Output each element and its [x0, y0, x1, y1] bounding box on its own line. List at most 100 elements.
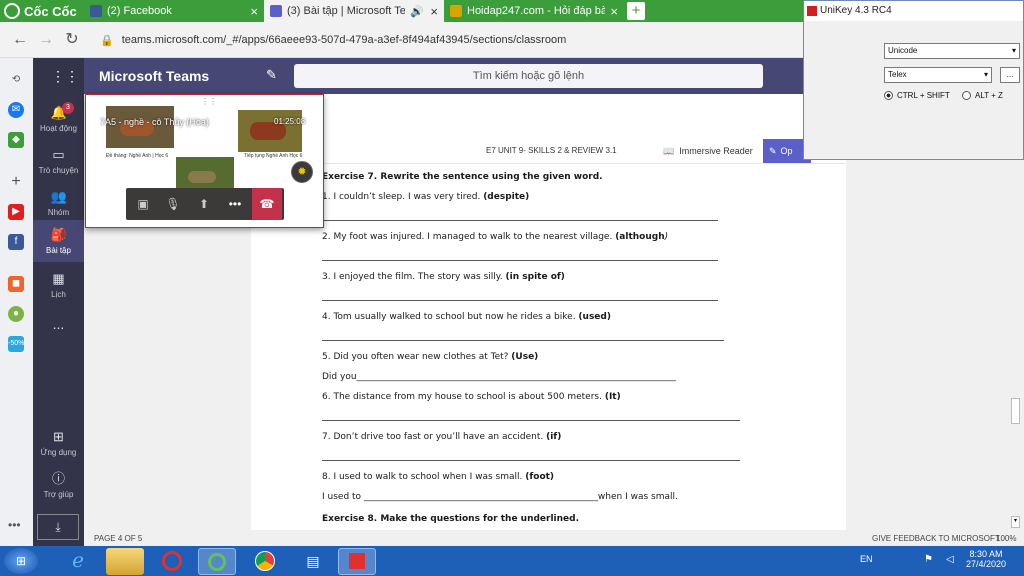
- rail-item-help[interactable]: ⓘ Trợ giúp: [33, 470, 84, 506]
- tab-hoidap247[interactable]: Hoidap247.com - Hỏi đáp bài ×: [444, 0, 624, 22]
- feedback-link[interactable]: GIVE FEEDBACK TO MICROSOFT: [872, 534, 1000, 543]
- more-button[interactable]: ...: [1000, 67, 1020, 83]
- close-tab-icon[interactable]: ×: [610, 4, 618, 19]
- discount-icon[interactable]: -50%: [8, 336, 24, 352]
- browser-more-icon[interactable]: •••: [8, 518, 21, 532]
- close-tab-icon[interactable]: ×: [430, 4, 438, 19]
- rail-item-activity[interactable]: 🔔 Hoạt động 3: [33, 102, 84, 138]
- scrollbar-thumb[interactable]: [1011, 398, 1020, 424]
- document-line: Exercise 8. Make the questions for the u…: [322, 514, 580, 524]
- call-controls: ▣ 🎙 ⬆ ••• ☎: [126, 188, 284, 220]
- radio-unchecked-icon: [962, 91, 971, 100]
- add-icon[interactable]: +: [8, 174, 24, 190]
- immersive-reader-button[interactable]: 📖 Immersive Reader: [663, 143, 753, 159]
- calendar-icon: ▦: [52, 271, 65, 286]
- coccoc-logo-icon: [4, 3, 20, 19]
- answer-blank-line: [322, 340, 724, 341]
- coccoc-taskbar-icon[interactable]: [198, 548, 236, 575]
- scroll-down-icon[interactable]: ▾: [1011, 516, 1020, 528]
- answer-blank-line: [322, 220, 718, 221]
- explorer-taskbar-icon[interactable]: [106, 548, 144, 575]
- tab-facebook[interactable]: (2) Facebook ×: [84, 0, 264, 22]
- rail-item-assignments[interactable]: 🎒 Bài tập: [33, 220, 84, 262]
- hotkey-ctrl-shift-radio[interactable]: CTRL + SHIFT: [884, 91, 950, 100]
- page-indicator: PAGE 4 OF 5: [94, 534, 143, 543]
- document-line: 8. I used to walk to school when I was s…: [322, 472, 555, 482]
- chat-icon: ▭: [52, 147, 65, 162]
- document-line: I used to ______________________________…: [322, 492, 678, 502]
- media-taskbar-icon[interactable]: ▤: [294, 548, 332, 575]
- browser-sidebar: ⟲ ✉ ◆ + ▶ f ◼ ● -50%: [0, 58, 33, 546]
- game-icon[interactable]: ◆: [8, 132, 24, 148]
- hotkey-alt-z-radio[interactable]: ALT + Z: [962, 91, 1003, 100]
- browser-brand[interactable]: Cốc Cốc: [4, 2, 77, 20]
- download-app-icon[interactable]: ⤓: [37, 514, 79, 540]
- language-indicator[interactable]: EN: [860, 554, 873, 564]
- messenger-icon[interactable]: ✉: [8, 102, 24, 118]
- hoidap-favicon-icon: [450, 5, 462, 17]
- rail-more-icon[interactable]: ...: [33, 316, 84, 336]
- compose-icon[interactable]: ✎: [266, 67, 277, 83]
- answer-blank-line: [322, 260, 718, 261]
- unikey-taskbar-icon[interactable]: [338, 548, 376, 575]
- more-options-icon[interactable]: •••: [220, 191, 250, 217]
- facebook-icon[interactable]: f: [8, 234, 24, 250]
- document-line: 3. I enjoyed the film. The story was sil…: [322, 272, 565, 282]
- rail-item-chat[interactable]: ▭ Trò chuyện: [33, 144, 84, 180]
- video-thumbnail-left: [106, 106, 174, 148]
- notification-badge: 3: [62, 102, 74, 114]
- tab-teams[interactable]: (3) Bài tập | Microsoft Team 🔊 ×: [264, 0, 444, 22]
- ie-taskbar-icon[interactable]: ℯ: [59, 548, 97, 575]
- facebook-favicon-icon: [90, 5, 102, 17]
- rail-item-teams[interactable]: 👥 Nhóm: [33, 186, 84, 222]
- input-method-select[interactable]: Telex ▾: [884, 67, 992, 83]
- url-field[interactable]: 🔒 teams.microsoft.com/_#/apps/66aeee93-5…: [100, 28, 800, 52]
- chrome-taskbar-icon[interactable]: [246, 548, 284, 575]
- drag-handle-icon[interactable]: ⋮⋮: [201, 97, 217, 106]
- chevron-down-icon: ▾: [1011, 46, 1016, 55]
- document-line: 4. Tom usually walked to school but now …: [322, 312, 611, 322]
- document-toolbar: E7 UNIT 9- SKILLS 2 & REVIEW 3.1 📖 Immer…: [251, 138, 846, 164]
- forward-icon[interactable]: →: [36, 30, 56, 50]
- flag-icon[interactable]: ⚑: [924, 554, 933, 565]
- sun-badge-icon[interactable]: ✹: [291, 161, 313, 183]
- answer-blank-line: [322, 460, 740, 461]
- document-title: E7 UNIT 9- SKILLS 2 & REVIEW 3.1: [486, 146, 617, 155]
- rail-item-apps[interactable]: ⊞ Ứng dụng: [33, 428, 84, 464]
- unikey-window[interactable]: UniKey 4.3 RC4 Unicode ▾ Telex ▾ ... CTR…: [803, 0, 1024, 160]
- call-window[interactable]: ⋮⋮ Đề tháng: Nghề Anh | Học 6 Tiếp tụng …: [85, 94, 324, 228]
- document-line: 7. Don’t drive too fast or you’ll have a…: [322, 432, 562, 442]
- new-tab-button[interactable]: +: [627, 2, 645, 20]
- answer-blank-line: [322, 300, 718, 301]
- youtube-icon[interactable]: ▶: [8, 204, 24, 220]
- close-tab-icon[interactable]: ×: [250, 4, 258, 19]
- zoom-level[interactable]: 100%: [996, 534, 1016, 543]
- search-input[interactable]: Tìm kiếm hoặc gõ lệnh: [294, 64, 763, 88]
- camera-off-icon[interactable]: ▣: [128, 191, 158, 217]
- answer-blank-line: [322, 420, 740, 421]
- reload-icon[interactable]: ↻: [62, 30, 82, 50]
- start-button-icon[interactable]: ⊞: [4, 548, 38, 574]
- chevron-down-icon: ▾: [983, 70, 988, 79]
- call-title: 7A5 - nghề - cô Thủy (Hóa): [100, 117, 209, 127]
- charset-select[interactable]: Unicode ▾: [884, 43, 1020, 59]
- document-line: Exercise 7. Rewrite the sentence using t…: [322, 172, 603, 182]
- share-screen-icon[interactable]: ⬆: [189, 191, 219, 217]
- ccleaner-taskbar-icon[interactable]: [153, 548, 191, 575]
- document-line: 1. I couldn’t sleep. I was very tired. (…: [322, 192, 530, 202]
- audio-playing-icon[interactable]: 🔊: [410, 5, 424, 18]
- pencil-icon: ✎: [769, 145, 777, 156]
- history-icon[interactable]: ⟲: [8, 72, 24, 88]
- back-icon[interactable]: ←: [10, 30, 30, 50]
- unikey-title-bar[interactable]: UniKey 4.3 RC4: [804, 1, 1023, 21]
- volume-icon[interactable]: ◁: [946, 554, 954, 565]
- mic-off-icon[interactable]: 🎙: [158, 191, 188, 217]
- document-line: 2. My foot was injured. I managed to wal…: [322, 232, 669, 242]
- clock[interactable]: 8:30 AM 27/4/2020: [964, 549, 1008, 569]
- shopping-icon[interactable]: ◼: [8, 276, 24, 292]
- rail-item-calendar[interactable]: ▦ Lịch: [33, 270, 84, 306]
- teams-rail: ⋮⋮⋮ 🔔 Hoạt động 3 ▭ Trò chuyện 👥 Nhóm 🎒 …: [33, 58, 93, 546]
- map-icon[interactable]: ●: [8, 306, 24, 322]
- hang-up-icon[interactable]: ☎: [252, 188, 282, 220]
- book-icon: 📖: [663, 145, 675, 156]
